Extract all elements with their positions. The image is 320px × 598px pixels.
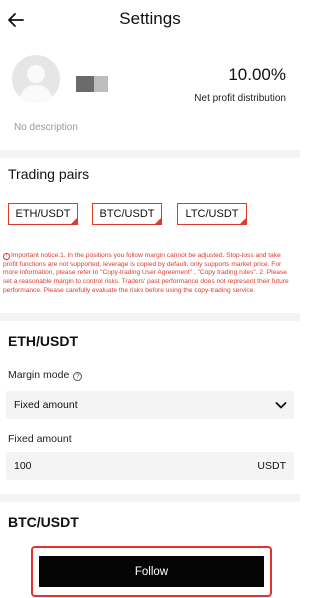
trader-name-redacted bbox=[76, 74, 108, 94]
selected-corner-mark bbox=[155, 218, 161, 224]
divider bbox=[0, 150, 300, 158]
selected-corner-mark bbox=[240, 218, 246, 224]
margin-mode-label-text: Margin mode bbox=[8, 369, 70, 381]
question-circle-icon[interactable]: ? bbox=[73, 372, 83, 381]
margin-mode-select[interactable]: Fixed amount bbox=[6, 391, 294, 419]
risk-notice: ! Important notice:1. In the positions yo… bbox=[3, 252, 295, 296]
fixed-amount-input[interactable]: 100 USDT bbox=[6, 452, 294, 480]
page-title: Settings bbox=[119, 9, 181, 28]
trader-description: No description bbox=[14, 122, 78, 133]
margin-mode-label: Margin mode? bbox=[8, 369, 83, 381]
pair-chip-label: LTC/USDT bbox=[185, 208, 239, 220]
net-profit-value: 10.00% bbox=[228, 65, 286, 84]
top-bar: Settings bbox=[0, 0, 300, 40]
net-profit-label: Net profit distribution bbox=[194, 93, 286, 104]
pair-chip-ltc[interactable]: LTC/USDT bbox=[177, 203, 247, 225]
chevron-down-icon bbox=[275, 402, 287, 409]
pair-chip-btc[interactable]: BTC/USDT bbox=[92, 203, 162, 225]
divider bbox=[0, 494, 300, 502]
divider bbox=[0, 313, 300, 321]
user-avatar-icon bbox=[12, 55, 60, 103]
selected-corner-mark bbox=[71, 218, 77, 224]
pair-chip-label: BTC/USDT bbox=[99, 208, 155, 220]
follow-button-highlight: Follow bbox=[31, 546, 272, 597]
fixed-amount-label: Fixed amount bbox=[8, 433, 72, 445]
risk-notice-text: Important notice:1. In the positions you… bbox=[3, 252, 289, 294]
follow-button[interactable]: Follow bbox=[39, 556, 264, 587]
pair-chip-label: ETH/USDT bbox=[15, 208, 71, 220]
eth-section-title: ETH/USDT bbox=[8, 333, 78, 349]
trading-pairs-title: Trading pairs bbox=[8, 166, 90, 182]
warning-icon: ! bbox=[3, 253, 10, 260]
trader-profile: 10.00% Net profit distribution No descri… bbox=[0, 40, 300, 150]
fixed-amount-value: 100 bbox=[14, 460, 32, 472]
fixed-amount-unit: USDT bbox=[257, 460, 286, 472]
footer-bar: Follow bbox=[0, 540, 300, 598]
btc-section-title: BTC/USDT bbox=[8, 514, 79, 530]
pair-chip-eth[interactable]: ETH/USDT bbox=[8, 203, 78, 225]
margin-mode-value: Fixed amount bbox=[14, 399, 78, 411]
